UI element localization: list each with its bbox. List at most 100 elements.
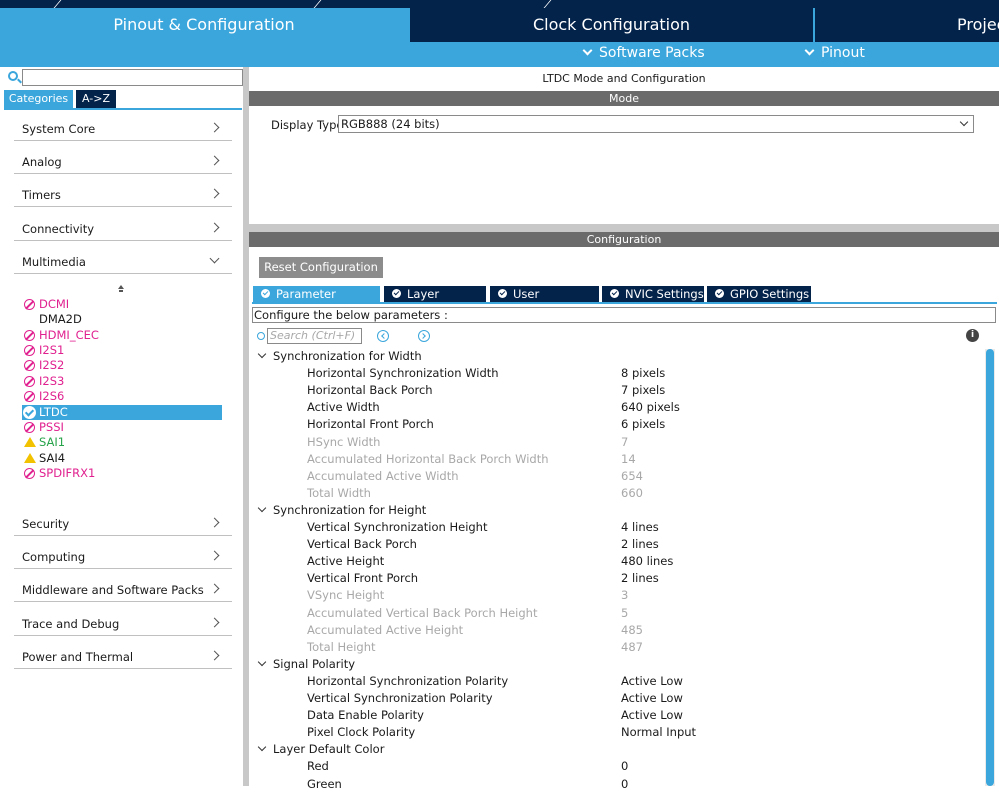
pinout-menu[interactable]: Pinout	[804, 45, 865, 61]
check-circle-icon	[498, 289, 507, 298]
param-group[interactable]: Layer Default Color	[257, 741, 384, 758]
tab-project-manager[interactable]: Projec	[815, 8, 999, 42]
category-timers[interactable]: Timers	[14, 173, 232, 207]
category-label: Computing	[22, 550, 86, 564]
tab-layer-settings[interactable]: Layer Settings	[384, 286, 486, 317]
sidebar-search-input[interactable]	[22, 69, 243, 86]
tab-a-to-z[interactable]: A->Z	[76, 90, 116, 108]
param-name: Horizontal Synchronization Width	[307, 366, 499, 381]
scrollbar-thumb[interactable]	[986, 349, 994, 786]
sort-arrow-icon[interactable]	[118, 285, 124, 289]
chevron-right-icon	[209, 155, 220, 166]
tab-pinout-configuration[interactable]: Pinout & Configuration	[0, 8, 408, 42]
param-value[interactable]: 2 lines	[621, 570, 659, 587]
param-group[interactable]: Signal Polarity	[257, 656, 355, 673]
peripheral-dma2d[interactable]: DMA2D	[22, 312, 222, 327]
param-name: Active Height	[307, 554, 385, 569]
software-packs-menu[interactable]: Software Packs	[582, 45, 705, 61]
param-value[interactable]: Active Low	[621, 673, 683, 690]
peripheral-label: DMA2D	[39, 312, 82, 326]
search-icon	[257, 332, 265, 340]
category-analog[interactable]: Analog	[14, 140, 232, 174]
param-value[interactable]: 0	[621, 758, 628, 775]
peripheral-ltdc[interactable]: LTDC	[22, 405, 222, 420]
peripheral-hdmi-cec[interactable]: HDMI_CEC	[22, 328, 222, 343]
tab-parameter-settings[interactable]: Parameter Settings	[253, 286, 380, 317]
peripheral-sai4[interactable]: SAI4	[22, 451, 222, 466]
param-value[interactable]: 0	[621, 776, 628, 793]
chevron-right-icon	[209, 122, 220, 133]
category-security[interactable]: Security	[14, 502, 232, 536]
tab-user-constants[interactable]: User Constants	[490, 286, 599, 317]
check-circle-icon	[23, 406, 36, 419]
peripheral-label: DCMI	[39, 297, 70, 311]
next-match-icon[interactable]	[418, 330, 430, 342]
param-value[interactable]: 8 pixels	[621, 365, 665, 382]
top-strip	[0, 0, 999, 8]
info-icon[interactable]: i	[966, 329, 979, 342]
param-name: Total Height	[307, 639, 376, 654]
tab-clock-configuration[interactable]: Clock Configuration	[410, 8, 813, 42]
tab-gpio-settings[interactable]: GPIO Settings	[707, 286, 811, 302]
category-label: Timers	[22, 188, 61, 202]
peripheral-i2s1[interactable]: I2S1	[22, 343, 222, 358]
chevron-down-icon	[257, 503, 267, 513]
display-type-select[interactable]: RGB888 (24 bits)	[338, 115, 974, 133]
category-label: Power and Thermal	[22, 650, 134, 664]
param-name: HSync Width	[307, 434, 381, 449]
param-name: Data Enable Polarity	[307, 708, 424, 723]
param-name: Green	[307, 776, 342, 791]
param-value: 3	[621, 588, 629, 603]
category-label: Security	[22, 517, 70, 531]
param-value[interactable]: 2 lines	[621, 536, 659, 553]
peripheral-spdifrx1[interactable]: SPDIFRX1	[22, 466, 222, 481]
chevron-right-icon	[209, 550, 220, 561]
category-label: Connectivity	[22, 222, 95, 236]
param-value[interactable]: 6 pixels	[621, 416, 665, 433]
peripheral-i2s2[interactable]: I2S2	[22, 358, 222, 373]
warning-icon	[24, 453, 36, 463]
param-value[interactable]: 480 lines	[621, 553, 673, 570]
tab-categories[interactable]: Categories	[4, 90, 73, 108]
param-value[interactable]: 640 pixels	[621, 399, 680, 416]
param-value: 654	[621, 468, 643, 483]
param-value: 660	[621, 485, 643, 500]
param-group[interactable]: Synchronization for Width	[257, 348, 422, 365]
category-computing[interactable]: Computing	[14, 535, 232, 569]
category-label: Middleware and Software Packs	[22, 583, 204, 597]
disabled-icon	[24, 376, 35, 387]
sub-toolbar: Software Packs Pinout	[0, 42, 999, 67]
peripheral-dcmi[interactable]: DCMI	[22, 297, 222, 312]
param-group[interactable]: Synchronization for Height	[257, 502, 426, 519]
peripheral-pssi[interactable]: PSSI	[22, 420, 222, 435]
panel-splitter[interactable]	[249, 224, 999, 232]
param-value[interactable]: 4 lines	[621, 519, 659, 536]
chevron-right-icon	[209, 583, 220, 594]
category-power-thermal[interactable]: Power and Thermal	[14, 635, 232, 669]
category-connectivity[interactable]: Connectivity	[14, 207, 232, 241]
previous-match-icon[interactable]	[377, 330, 389, 342]
peripheral-i2s6[interactable]: I2S6	[22, 389, 222, 404]
peripheral-i2s3[interactable]: I2S3	[22, 374, 222, 389]
param-name: Accumulated Active Height	[307, 622, 464, 637]
search-icon	[8, 71, 18, 81]
tab-nvic-settings[interactable]: NVIC Settings	[602, 286, 704, 302]
category-middleware[interactable]: Middleware and Software Packs	[14, 568, 232, 602]
param-value[interactable]: Active Low	[621, 690, 683, 707]
disabled-icon	[24, 468, 35, 479]
param-value: 485	[621, 622, 643, 637]
panel-title: LTDC Mode and Configuration	[542, 72, 706, 85]
param-value: 14	[621, 451, 636, 466]
param-name: Vertical Front Porch	[307, 571, 419, 586]
parameter-search-input[interactable]: Search (Ctrl+F)	[267, 328, 362, 344]
param-value[interactable]: 7 pixels	[621, 382, 665, 399]
category-system-core[interactable]: System Core	[14, 107, 232, 141]
category-trace-debug[interactable]: Trace and Debug	[14, 602, 232, 636]
param-value[interactable]: Active Low	[621, 707, 683, 724]
tab-underline	[252, 302, 997, 304]
param-value[interactable]: Normal Input	[621, 724, 696, 741]
chevron-down-icon	[257, 657, 267, 667]
reset-configuration-button[interactable]: Reset Configuration	[259, 257, 383, 278]
category-multimedia[interactable]: Multimedia	[14, 240, 232, 274]
peripheral-sai1[interactable]: SAI1	[22, 435, 222, 450]
